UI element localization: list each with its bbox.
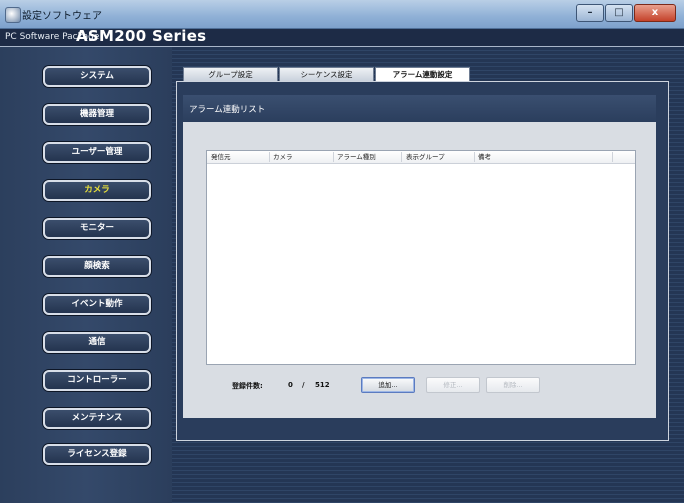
column-header-alarm-type[interactable]: アラーム種別 [337, 152, 376, 162]
window-title: 設定ソフトウェア [22, 11, 102, 22]
header-product-name: ASM200 Series [76, 27, 207, 45]
tab-group-settings[interactable]: グループ設定 [183, 67, 278, 81]
main-panel: アラーム連動リスト 発信元 カメラ アラーム種別 表示グループ 備考 登録件数:… [176, 81, 669, 441]
section-header: アラーム連動リスト [183, 95, 656, 122]
edit-button[interactable]: 修正... [426, 377, 480, 393]
sidebar-item-event-action[interactable]: イベント動作 [43, 294, 151, 315]
sidebar-item-system[interactable]: システム [43, 66, 151, 87]
app-header: PC Software Package ASM200 Series [0, 27, 684, 47]
add-button[interactable]: 追加... [361, 377, 415, 393]
count-separator: / [302, 381, 305, 389]
alarm-link-section: アラーム連動リスト 発信元 カメラ アラーム種別 表示グループ 備考 登録件数:… [183, 95, 656, 418]
column-divider [401, 152, 402, 162]
column-divider [333, 152, 334, 162]
sidebar-item-camera[interactable]: カメラ [43, 180, 151, 201]
section-title: アラーム連動リスト [189, 105, 266, 115]
column-header-source[interactable]: 発信元 [211, 152, 231, 162]
list-header: 発信元 カメラ アラーム種別 表示グループ 備考 [207, 151, 635, 164]
minimize-icon[interactable]: – [576, 4, 604, 22]
column-divider [612, 152, 613, 162]
column-header-camera[interactable]: カメラ [273, 152, 293, 162]
window-controls: – □ x [575, 4, 676, 22]
sidebar-item-communication[interactable]: 通信 [43, 332, 151, 353]
tab-bar: グループ設定 シーケンス設定 アラーム連動設定 [183, 67, 471, 82]
column-header-display-group[interactable]: 表示グループ [406, 152, 445, 162]
registered-count-label: 登録件数: [232, 382, 263, 390]
column-divider [269, 152, 270, 162]
sidebar-item-monitor[interactable]: モニター [43, 218, 151, 239]
column-header-remarks[interactable]: 備考 [478, 152, 491, 162]
sidebar-item-maintenance[interactable]: メンテナンス [43, 408, 151, 429]
app-icon [5, 7, 21, 23]
sidebar-item-license[interactable]: ライセンス登録 [43, 444, 151, 465]
window-title-bar: 設定ソフトウェア – □ x [0, 0, 684, 29]
registered-max: 512 [315, 381, 330, 389]
sidebar-item-device-management[interactable]: 機器管理 [43, 104, 151, 125]
column-divider [474, 152, 475, 162]
sidebar-item-controller[interactable]: コントローラー [43, 370, 151, 391]
sidebar-item-face-search[interactable]: 顔検索 [43, 256, 151, 277]
registered-count: 0 [288, 381, 293, 389]
delete-button[interactable]: 削除... [486, 377, 540, 393]
maximize-icon[interactable]: □ [605, 4, 633, 22]
sidebar-item-user-management[interactable]: ユーザー管理 [43, 142, 151, 163]
tab-alarm-link-settings[interactable]: アラーム連動設定 [375, 67, 470, 82]
alarm-link-list[interactable]: 発信元 カメラ アラーム種別 表示グループ 備考 [206, 150, 636, 365]
tab-sequence-settings[interactable]: シーケンス設定 [279, 67, 374, 81]
sidebar: システム 機器管理 ユーザー管理 カメラ モニター 顔検索 イベント動作 通信 … [0, 47, 172, 503]
close-icon[interactable]: x [634, 4, 676, 22]
